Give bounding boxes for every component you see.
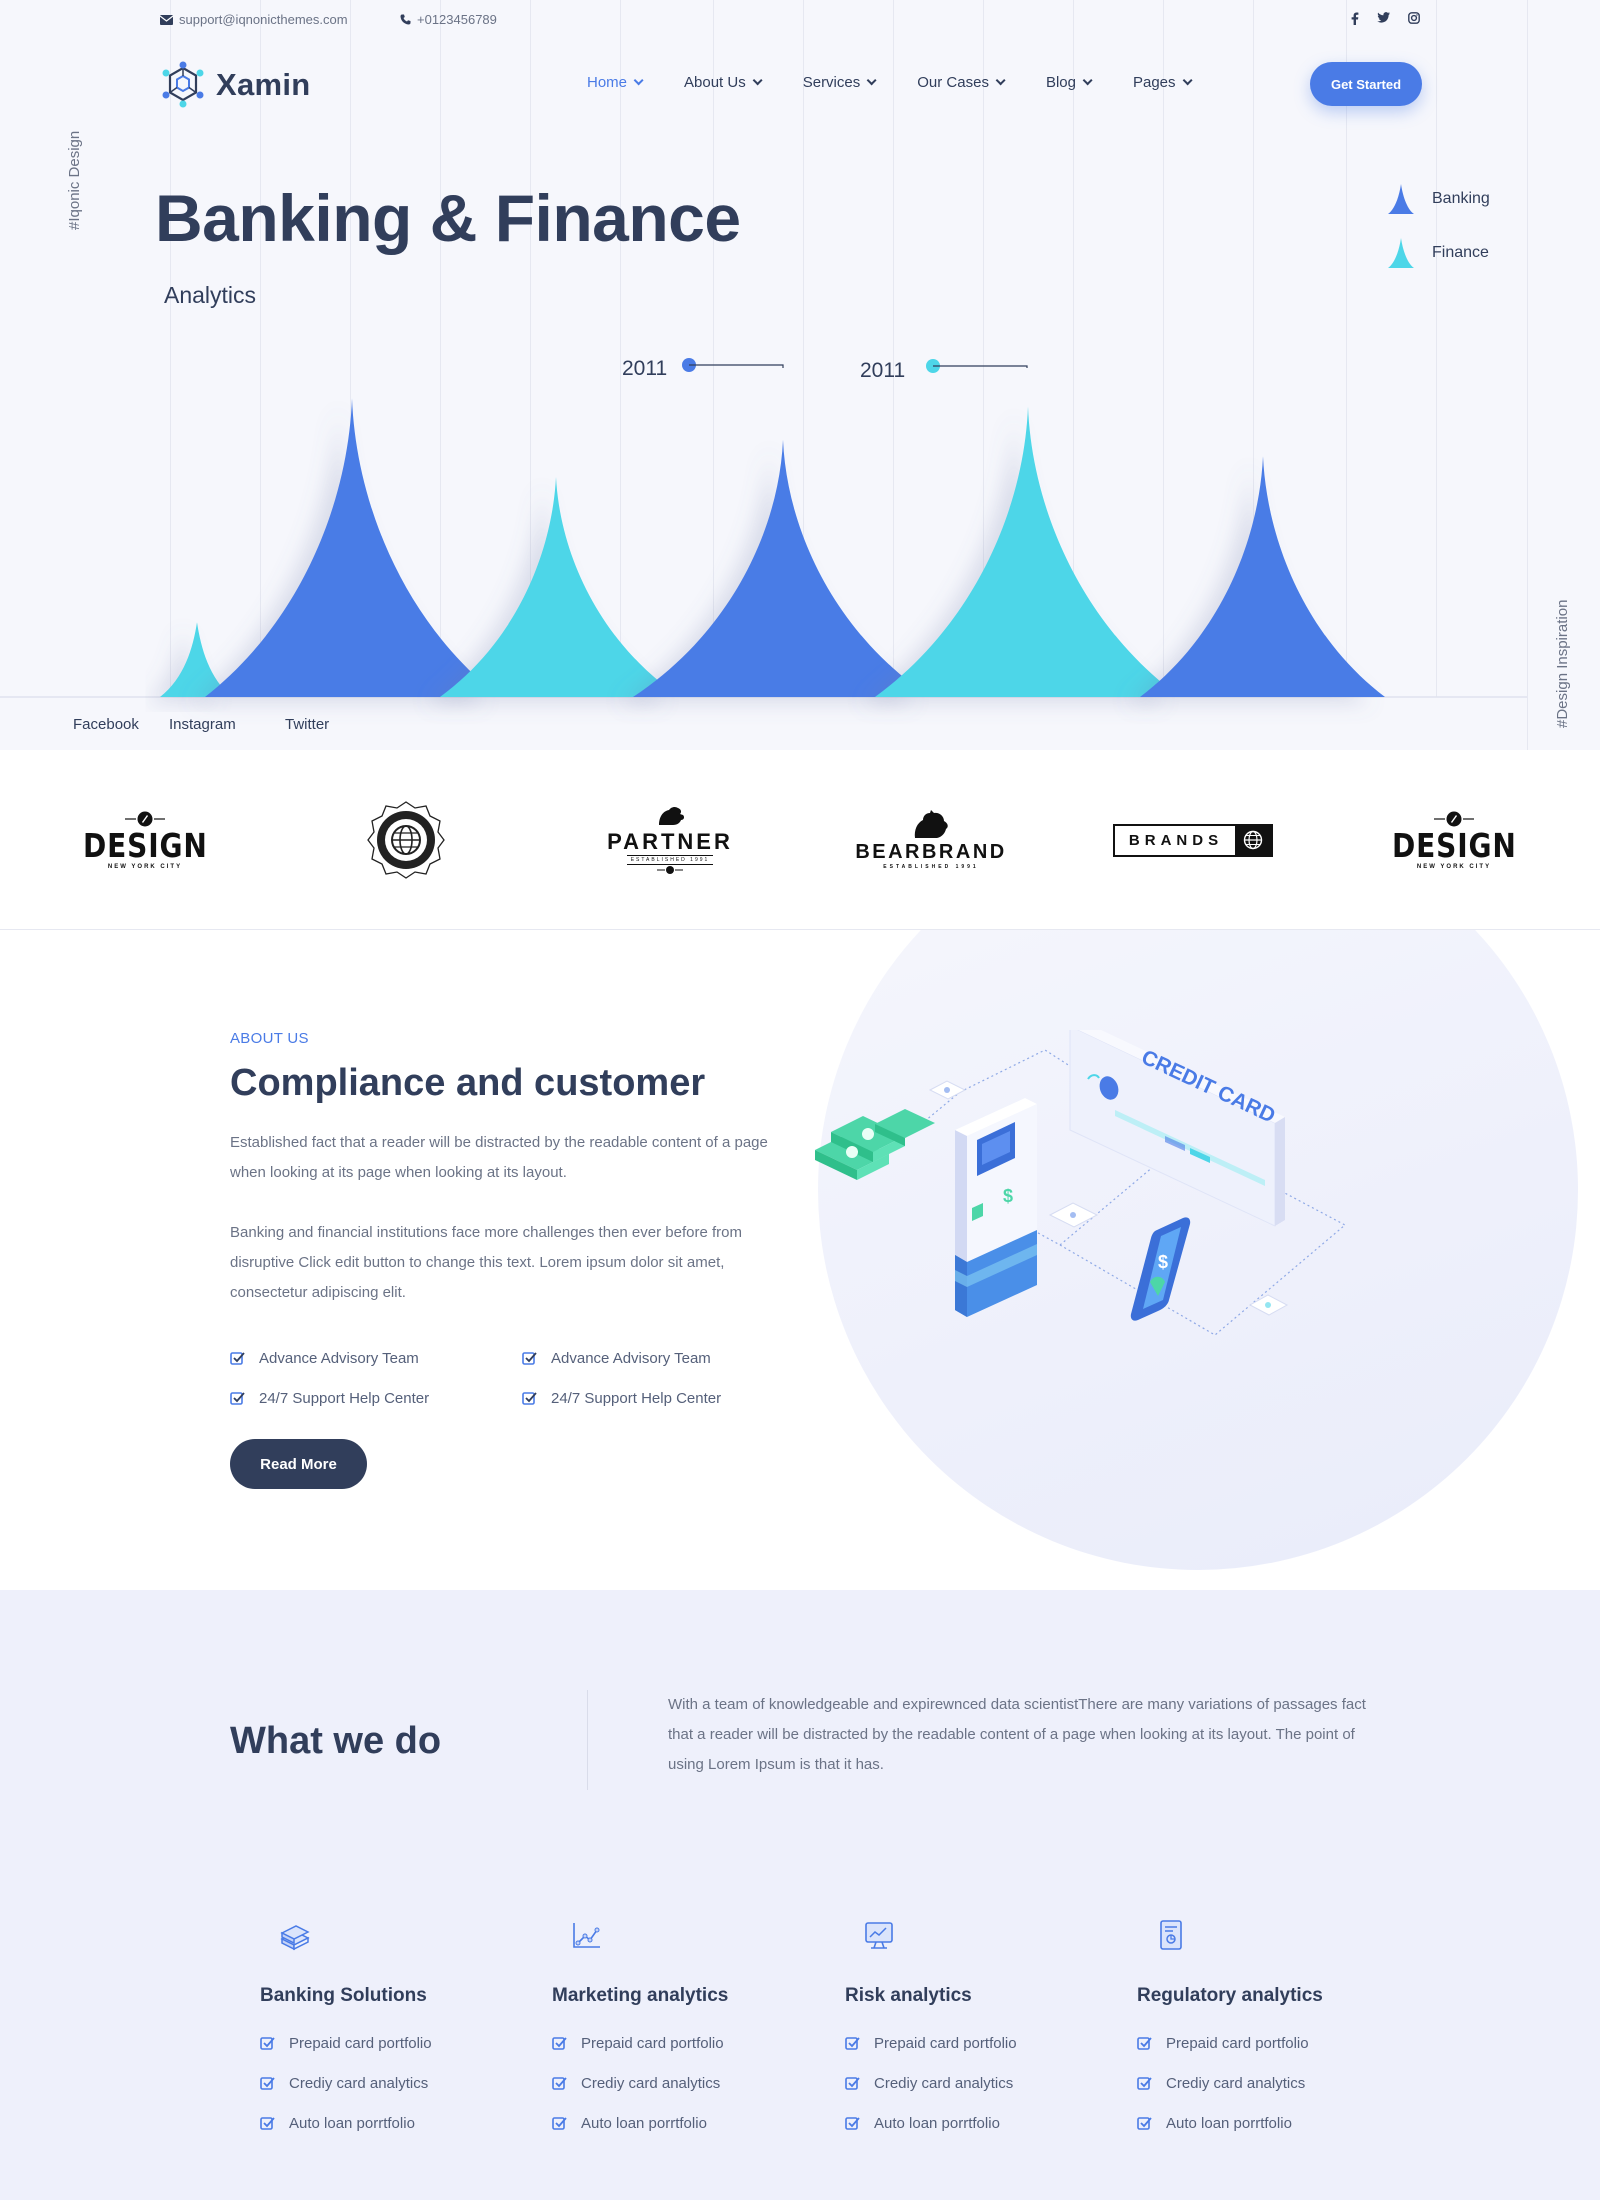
annotation-label: 2011 xyxy=(622,357,667,380)
what-we-do-paragraph: With a team of knowledgeable and expirew… xyxy=(668,1696,1366,1773)
brand-logo-design: DESIGN NEW YORK CITY xyxy=(83,795,206,885)
credit-card-graphic: CREDIT CARD xyxy=(1069,1030,1285,1227)
service-list-item: Prepaid card portfolio xyxy=(1137,2023,1407,2063)
atm-machine-graphic: $ xyxy=(955,1098,1037,1317)
chart-peak-banking xyxy=(633,439,930,697)
annotation-2: 2011 xyxy=(860,359,1028,382)
twitter-link[interactable]: Twitter xyxy=(285,716,329,733)
read-more-button[interactable]: Read More xyxy=(230,1439,367,1489)
legend-item-banking: Banking xyxy=(1386,172,1490,226)
hero-section: support@iqnonicthemes.com +0123456789 Xa xyxy=(0,0,1600,750)
brands-strip: DESIGN NEW YORK CITY PARTNER ESTABLISHED… xyxy=(0,750,1600,930)
checkbox-icon xyxy=(260,2116,275,2130)
service-list-item: Crediy card analytics xyxy=(552,2063,822,2103)
annotation-1: 2011 xyxy=(622,357,784,380)
service-list-item: Prepaid card portfolio xyxy=(552,2023,822,2063)
service-list-item: Auto loan porrtfolio xyxy=(552,2103,822,2143)
bear-icon xyxy=(914,810,948,838)
chart-legend: Banking Finance xyxy=(1386,172,1490,280)
checkbox-icon xyxy=(552,2036,567,2050)
globe-seal-icon xyxy=(367,801,445,879)
service-list-item: Crediy card analytics xyxy=(260,2063,530,2103)
annotation-leader xyxy=(933,365,1028,368)
facebook-link[interactable]: Facebook xyxy=(73,716,139,733)
service-list-item: Prepaid card portfolio xyxy=(845,2023,1115,2063)
handshake-icon xyxy=(659,806,685,825)
checkbox-icon xyxy=(845,2036,860,2050)
monitor-analytics-icon xyxy=(865,1922,893,1949)
service-title: Risk analytics xyxy=(845,1985,972,2006)
checkbox-icon xyxy=(552,2116,567,2130)
checkbox-icon xyxy=(230,1352,245,1365)
banking-illustration: CREDIT CARD $ $ xyxy=(815,1030,1347,1336)
service-list-item: Auto loan porrtfolio xyxy=(260,2103,530,2143)
emblem-icon xyxy=(657,866,683,874)
about-check-item: 24/7 Support Help Center xyxy=(522,1390,721,1407)
checkbox-icon xyxy=(845,2116,860,2130)
chart-peak-banking xyxy=(1140,456,1385,697)
chart-peak-finance xyxy=(875,406,1180,697)
service-card: Marketing analytics Prepaid card portfol… xyxy=(552,1915,822,2143)
money-stack-icon xyxy=(280,1925,310,1951)
analytics-chart: 2011 2011 xyxy=(0,357,1527,698)
checkbox-icon xyxy=(1137,2076,1152,2090)
dollar-symbol: $ xyxy=(1003,1186,1013,1206)
checkbox-icon xyxy=(522,1352,537,1365)
about-paragraph-2: Banking and financial institutions face … xyxy=(230,1224,742,1301)
service-list-item: Crediy card analytics xyxy=(845,2063,1115,2103)
brand-logo-partner: PARTNER ESTABLISHED 1991 xyxy=(607,795,730,885)
service-title: Regulatory analytics xyxy=(1137,1985,1323,2006)
globe-icon xyxy=(1243,830,1263,850)
line-chart-icon xyxy=(573,1923,600,1948)
checkbox-icon xyxy=(1137,2116,1152,2130)
brand-logo-design: DESIGN NEW YORK CITY xyxy=(1392,795,1515,885)
about-check-item: 24/7 Support Help Center xyxy=(230,1390,429,1407)
checkbox-icon xyxy=(260,2036,275,2050)
service-title: Marketing analytics xyxy=(552,1985,729,2006)
about-section: ABOUT US Compliance and customer Establi… xyxy=(0,930,1600,1590)
checkbox-icon xyxy=(1137,2036,1152,2050)
service-list-item: Auto loan porrtfolio xyxy=(1137,2103,1407,2143)
about-paragraph-1: Established fact that a reader will be d… xyxy=(230,1134,768,1181)
cash-stack-graphic xyxy=(815,1109,935,1180)
chart-peak-finance xyxy=(440,477,680,697)
service-list-item: Auto loan porrtfolio xyxy=(845,2103,1115,2143)
chip-tile xyxy=(1048,1202,1099,1228)
checkbox-icon xyxy=(260,2076,275,2090)
service-list-item: Prepaid card portfolio xyxy=(260,2023,530,2063)
what-we-do-section: What we do With a team of knowledgeable … xyxy=(0,1590,1600,2200)
divider xyxy=(587,1690,588,1790)
about-title: Compliance and customer xyxy=(230,1062,706,1104)
about-check-item: Advance Advisory Team xyxy=(522,1350,711,1367)
annotation-label: 2011 xyxy=(860,359,905,382)
checkbox-icon xyxy=(522,1392,537,1405)
service-card: Risk analytics Prepaid card portfolio Cr… xyxy=(845,1915,1115,2143)
service-list-item: Crediy card analytics xyxy=(1137,2063,1407,2103)
brand-logo-globe-seal xyxy=(366,795,446,885)
document-report-icon xyxy=(1160,1920,1182,1950)
chip-tile xyxy=(928,1080,967,1100)
peak-icon xyxy=(1388,238,1414,268)
about-check-item: Advance Advisory Team xyxy=(230,1350,419,1367)
what-we-do-title: What we do xyxy=(230,1720,442,1762)
instagram-link[interactable]: Instagram xyxy=(169,716,236,733)
service-card: Regulatory analytics Prepaid card portfo… xyxy=(1137,1915,1407,2143)
chart-peak-banking xyxy=(205,398,500,697)
dollar-symbol: $ xyxy=(1158,1252,1168,1272)
service-title: Banking Solutions xyxy=(260,1985,427,2006)
checkbox-icon xyxy=(552,2076,567,2090)
peak-icon xyxy=(1388,184,1414,214)
about-kicker: ABOUT US xyxy=(230,1030,309,1047)
annotation-leader xyxy=(689,364,784,368)
checkbox-icon xyxy=(230,1392,245,1405)
brand-logo-bearbrand: BEARBRAND ESTABLISHED 1991 xyxy=(855,795,1004,885)
brand-logo-brands: BRANDS xyxy=(1112,795,1274,885)
checkbox-icon xyxy=(845,2076,860,2090)
legend-item-finance: Finance xyxy=(1386,226,1490,280)
chip-tile xyxy=(1248,1294,1289,1316)
service-card: Banking Solutions Prepaid card portfolio… xyxy=(260,1915,530,2143)
smartphone-graphic: $ xyxy=(1130,1217,1191,1321)
